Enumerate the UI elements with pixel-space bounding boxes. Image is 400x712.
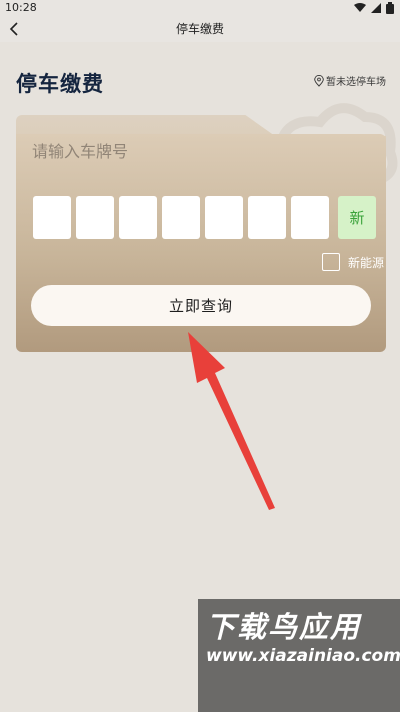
page-heading: 停车缴费 — [16, 72, 104, 96]
battery-icon — [386, 2, 394, 14]
page-title: 停车缴费 — [175, 22, 224, 36]
parking-lot-label: 暂未选停车场 — [326, 77, 386, 88]
watermark-title: 下载鸟应用 — [206, 610, 362, 644]
new-energy-option[interactable]: 新能源 — [321, 253, 384, 271]
status-time: 10:28 — [5, 1, 37, 14]
watermark-url: www.xiazainiao.com — [206, 646, 400, 666]
plate-char-slot[interactable] — [162, 196, 200, 239]
red-arrow-annotation-icon — [188, 332, 275, 510]
plate-input-row: 新 — [33, 196, 376, 239]
new-energy-label: 新能源 — [347, 255, 384, 270]
plate-char-slot[interactable] — [248, 196, 286, 239]
status-icons — [354, 2, 394, 14]
status-bar: 10:28 — [0, 0, 400, 16]
signal-icon — [371, 3, 381, 13]
title-bar: 停车缴费 — [0, 16, 400, 42]
plate-char-slot[interactable] — [291, 196, 329, 239]
plate-input-prompt: 请输入车牌号 — [32, 142, 129, 161]
watermark: 下载鸟应用 www.xiazainiao.com — [198, 599, 400, 712]
new-energy-plate-slot[interactable]: 新 — [338, 196, 376, 239]
plate-char-slot[interactable] — [205, 196, 243, 239]
wifi-icon — [354, 3, 366, 12]
select-parking-lot-link[interactable]: 暂未选停车场 — [314, 73, 386, 88]
location-pin-icon — [314, 74, 324, 87]
plate-char-slot[interactable] — [33, 196, 71, 239]
new-energy-checkbox[interactable] — [321, 253, 340, 271]
plate-char-slot[interactable] — [76, 196, 114, 239]
query-button[interactable]: 立即查询 — [31, 285, 371, 326]
plate-char-slot[interactable] — [119, 196, 157, 239]
